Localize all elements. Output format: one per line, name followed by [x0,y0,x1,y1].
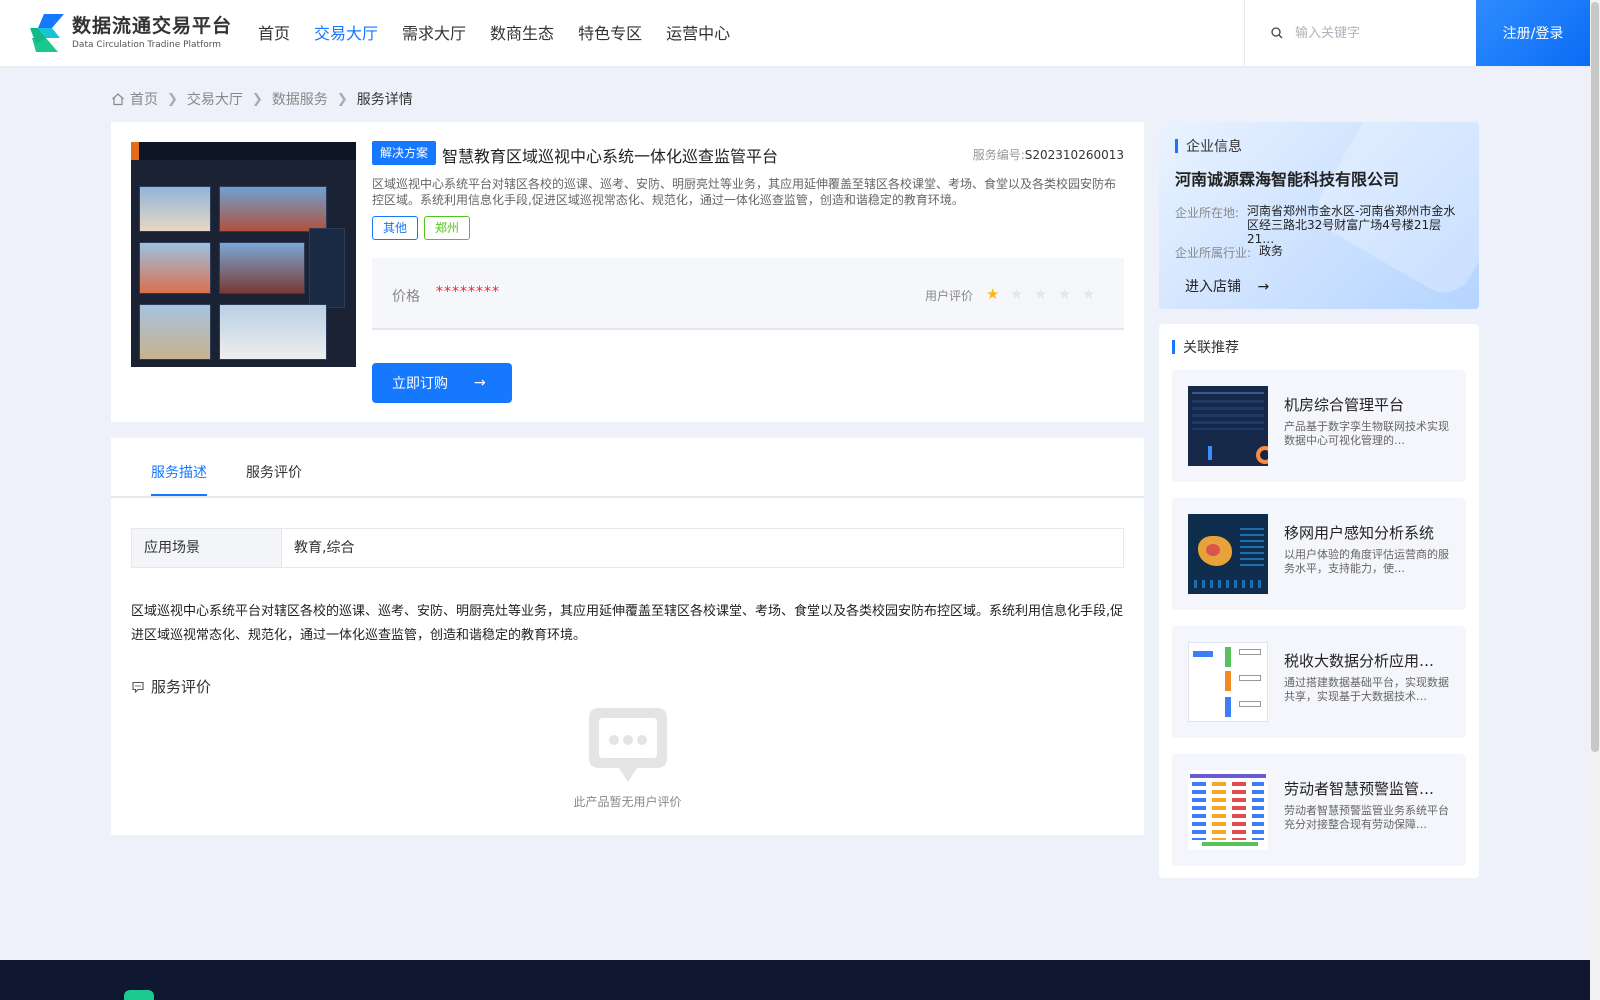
order-now-button[interactable]: 立即订购 → [372,363,512,403]
star-icon: ★ [986,285,1000,303]
main-nav: 首页 交易大厅 需求大厅 数商生态 特色专区 运营中心 [258,22,754,46]
related-thumbnail [1188,386,1268,466]
nav-ecosystem[interactable]: 数商生态 [490,22,554,46]
active-tab-indicator [151,494,207,496]
scene-label: 应用场景 [132,529,282,567]
enter-store-label: 进入店铺 [1185,279,1241,295]
tag-other: 其他 [372,216,419,240]
star-icon: ★ [1058,285,1072,303]
industry-label: 企业所属行业: [1175,246,1252,260]
empty-review-text: 此产品暂无用户评价 [573,795,682,809]
empty-comment-icon [589,708,667,782]
solution-badge: 解决方案 [372,141,437,165]
search-icon[interactable] [1271,27,1283,39]
comment-icon [132,681,144,693]
star-rating: ★ ★ ★ ★ ★ [986,285,1106,303]
chevron-right-icon: ❯ [167,91,178,107]
related-item[interactable]: 机房综合管理平台 产品基于数字孪生物联网技术实现数据中心可视化管理的… [1172,370,1466,482]
related-item[interactable]: 劳动者智慧预警监管… 劳动者智慧预警监管业务系统平台充分对接整合现有劳动保障… [1172,754,1466,866]
related-item-desc: 劳动者智慧预警监管业务系统平台充分对接整合现有劳动保障… [1284,804,1449,831]
search-box [1244,0,1476,66]
nav-demand-hall[interactable]: 需求大厅 [402,22,466,46]
arrow-right-icon: → [474,375,486,391]
footer-logo-icon [124,990,154,1000]
register-login-button[interactable]: 注册/登录 [1476,0,1590,66]
tab-service-description[interactable]: 服务描述 [151,462,207,482]
chevron-right-icon: ❯ [251,91,263,107]
nav-home[interactable]: 首页 [258,22,290,46]
detail-card: 服务描述 服务评价 应用场景 教育,综合 区域巡视中心系统平台对辖区各校的巡课、… [111,438,1144,835]
related-item[interactable]: 税收大数据分析应用… 通过搭建数据基础平台，实现数据共享，实现基于大数据技术… [1172,626,1466,738]
review-section-heading: 服务评价 [131,676,211,697]
star-icon: ★ [1010,285,1024,303]
star-icon: ★ [1082,285,1096,303]
arrow-right-icon: → [1257,279,1270,295]
search-input[interactable] [1295,25,1455,41]
service-long-description: 区域巡视中心系统平台对辖区各校的巡课、巡考、安防、明厨亮灶等业务，其应用延伸覆盖… [131,604,1124,643]
nav-operations-center[interactable]: 运营中心 [666,22,730,46]
page-footer [0,960,1590,1000]
related-section-heading: 关联推荐 [1172,337,1239,357]
chevron-right-icon: ❯ [336,91,348,107]
location-value: 河南省郑州市金水区-河南省郑州市金水区经三路北32号财富广场4号楼21层21… [1247,204,1456,246]
site-logo[interactable]: 数据流通交易平台 Data Circulation Tradine Platfo… [30,14,232,52]
related-section-title: 关联推荐 [1183,340,1239,356]
product-tags: 其他 郑州 [372,216,476,240]
tab-service-review[interactable]: 服务评价 [246,462,302,482]
enterprise-name: 河南诚源霖海智能科技有限公司 [1175,170,1400,189]
nav-trading-hall[interactable]: 交易大厅 [314,22,378,46]
order-now-label: 立即订购 [392,376,448,392]
logo-subtitle: Data Circulation Tradine Platform [72,40,222,50]
logo-mark-icon [30,14,64,52]
service-number: 服务编号:S202310260013 [973,146,1124,163]
related-item[interactable]: 移网用户感知分析系统 以用户体验的角度评估运营商的服务水平，支持能力，使… [1172,498,1466,610]
related-thumbnail [1188,770,1268,850]
rating-label: 用户评价 [925,289,974,303]
breadcrumb-trading-hall[interactable]: 交易大厅 [187,89,243,109]
enter-store-link[interactable]: 进入店铺 → [1185,276,1269,296]
service-number-label: 服务编号: [972,148,1025,162]
enterprise-card: 企业信息 河南诚源霖海智能科技有限公司 企业所在地: 河南省郑州市金水区-河南省… [1159,122,1479,309]
product-card: 解决方案 智慧教育区域巡视中心系统一体化巡查监管平台 服务编号:S2023102… [111,122,1144,422]
related-thumbnail [1188,514,1268,594]
price-panel: 价格 ******** 用户评价 ★ ★ ★ ★ ★ [372,258,1124,330]
price-label: 价格 [392,289,420,305]
star-icon: ★ [1034,285,1048,303]
home-icon [112,93,124,106]
scene-table: 应用场景 教育,综合 [131,528,1124,568]
review-section-title: 服务评价 [151,678,212,696]
related-item-name: 劳动者智慧预警监管… [1284,780,1435,798]
related-item-name: 机房综合管理平台 [1284,396,1405,414]
enterprise-section-title: 企业信息 [1186,139,1242,155]
detail-tabs: 服务描述 服务评价 [111,438,1144,498]
top-header: 数据流通交易平台 Data Circulation Tradine Platfo… [0,0,1590,66]
related-thumbnail [1188,642,1268,722]
enterprise-location-row: 企业所在地: 河南省郑州市金水区-河南省郑州市金水区经三路北32号财富广场4号楼… [1175,204,1467,246]
logo-title: 数据流通交易平台 [72,15,233,37]
enterprise-industry-row: 企业所属行业: 政务 [1175,244,1479,261]
location-label: 企业所在地: [1175,206,1240,220]
tag-zhengzhou: 郑州 [424,216,471,240]
nav-special-zone[interactable]: 特色专区 [578,22,642,46]
related-item-name: 移网用户感知分析系统 [1284,524,1435,542]
breadcrumb-current: 服务详情 [356,92,413,108]
price-value: ******** [436,284,500,300]
product-description: 区域巡视中心系统平台对辖区各校的巡课、巡考、安防、明厨亮灶等业务，其应用延伸覆盖… [372,177,1117,207]
related-item-name: 税收大数据分析应用… [1284,652,1435,670]
enterprise-section-heading: 企业信息 [1175,136,1242,156]
related-item-desc: 以用户体验的角度评估运营商的服务水平，支持能力，使… [1284,548,1449,575]
related-card: 关联推荐 机房综合管理平台 产品基于数字孪生物联网技术实现数据中心可视化管理的…… [1159,324,1479,878]
breadcrumb-home[interactable]: 首页 [130,89,158,109]
scene-value: 教育,综合 [294,540,355,556]
related-item-desc: 产品基于数字孪生物联网技术实现数据中心可视化管理的… [1284,420,1449,447]
industry-value: 政务 [1259,244,1284,258]
scrollbar-thumb[interactable] [1591,2,1599,752]
breadcrumb: 首页 ❯ 交易大厅 ❯ 数据服务 ❯ 服务详情 [111,89,413,109]
product-image [131,142,356,367]
product-title: 智慧教育区域巡视中心系统一体化巡查监管平台 [442,147,779,166]
service-number-value: S202310260013 [1024,148,1124,162]
breadcrumb-data-service[interactable]: 数据服务 [272,89,328,109]
related-item-desc: 通过搭建数据基础平台，实现数据共享，实现基于大数据技术… [1284,676,1449,703]
page-scrollbar[interactable] [1590,0,1600,1000]
